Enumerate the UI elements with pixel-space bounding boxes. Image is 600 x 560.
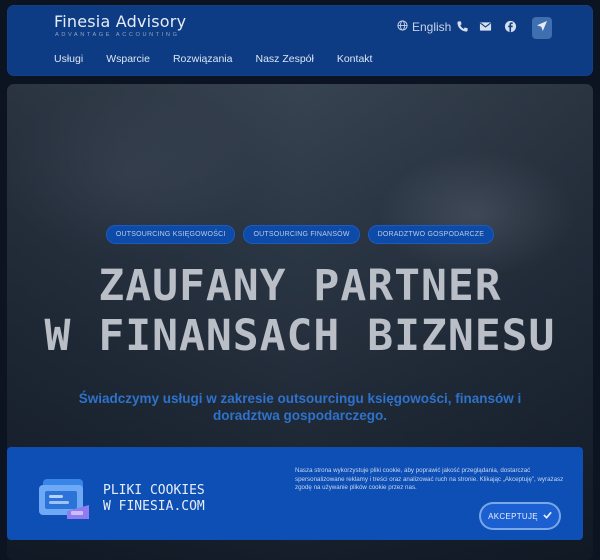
- location-icon: [536, 19, 548, 37]
- cookie-title: PLIKI COOKIES W FINESIA.COM: [103, 483, 205, 515]
- hero-headline-line2: W FINANSACH BIZNESU: [44, 311, 556, 361]
- tag-outsourcing-ksiegowosci[interactable]: OUTSOURCING KSIĘGOWOŚCI: [105, 225, 236, 244]
- cookie-banner: PLIKI COOKIES W FINESIA.COM Nasza strona…: [7, 447, 583, 540]
- nav-item-zespol[interactable]: Nasz Zespół: [255, 53, 313, 65]
- check-icon: [543, 511, 552, 521]
- language-switcher[interactable]: English: [397, 19, 451, 35]
- nav-item-wsparcie[interactable]: Wsparcie: [106, 53, 150, 65]
- site-header: Finesia Advisory ADVANTAGE ACCOUNTING En…: [7, 5, 593, 76]
- tag-outsourcing-finansow[interactable]: OUTSOURCING FINANSÓW: [243, 225, 360, 244]
- service-tags: OUTSOURCING KSIĘGOWOŚCI OUTSOURCING FINA…: [7, 225, 593, 244]
- logo-name: Finesia Advisory: [54, 12, 187, 31]
- location-button[interactable]: [532, 17, 552, 39]
- accept-label: AKCEPTUJĘ: [488, 511, 538, 521]
- language-label: English: [412, 20, 452, 34]
- cookie-illustration-icon: [37, 475, 91, 521]
- cookie-title-line2: W FINESIA.COM: [103, 499, 205, 514]
- accept-cookies-button[interactable]: AKCEPTUJĘ: [481, 504, 559, 528]
- globe-icon: [397, 20, 408, 34]
- nav-item-kontakt[interactable]: Kontakt: [337, 53, 373, 65]
- cookie-description: Nasza strona wykorzystuje pliki cookie, …: [295, 467, 564, 492]
- logo[interactable]: Finesia Advisory ADVANTAGE ACCOUNTING: [54, 12, 187, 39]
- cookie-title-line1: PLIKI COOKIES: [103, 483, 205, 498]
- nav-item-uslugi[interactable]: Usługi: [54, 53, 83, 65]
- tag-doradztwo-gospodarcze[interactable]: DORADZTWO GOSPODARCZE: [367, 225, 495, 244]
- hero-subheadline: Świadczymy usługi w zakresie outsourcing…: [78, 391, 522, 423]
- hero-headline-line1: ZAUFANY PARTNER: [98, 261, 502, 311]
- facebook-icon[interactable]: [501, 17, 519, 35]
- nav-item-rozwiazania[interactable]: Rozwiązania: [173, 53, 233, 65]
- logo-tagline: ADVANTAGE ACCOUNTING: [55, 32, 180, 38]
- main-nav: Usługi Wsparcie Rozwiązania Nasz Zespół …: [54, 53, 395, 65]
- mail-icon[interactable]: [476, 17, 494, 35]
- hero-headline: ZAUFANY PARTNER W FINANSACH BIZNESU: [7, 261, 593, 361]
- phone-icon[interactable]: [453, 17, 471, 35]
